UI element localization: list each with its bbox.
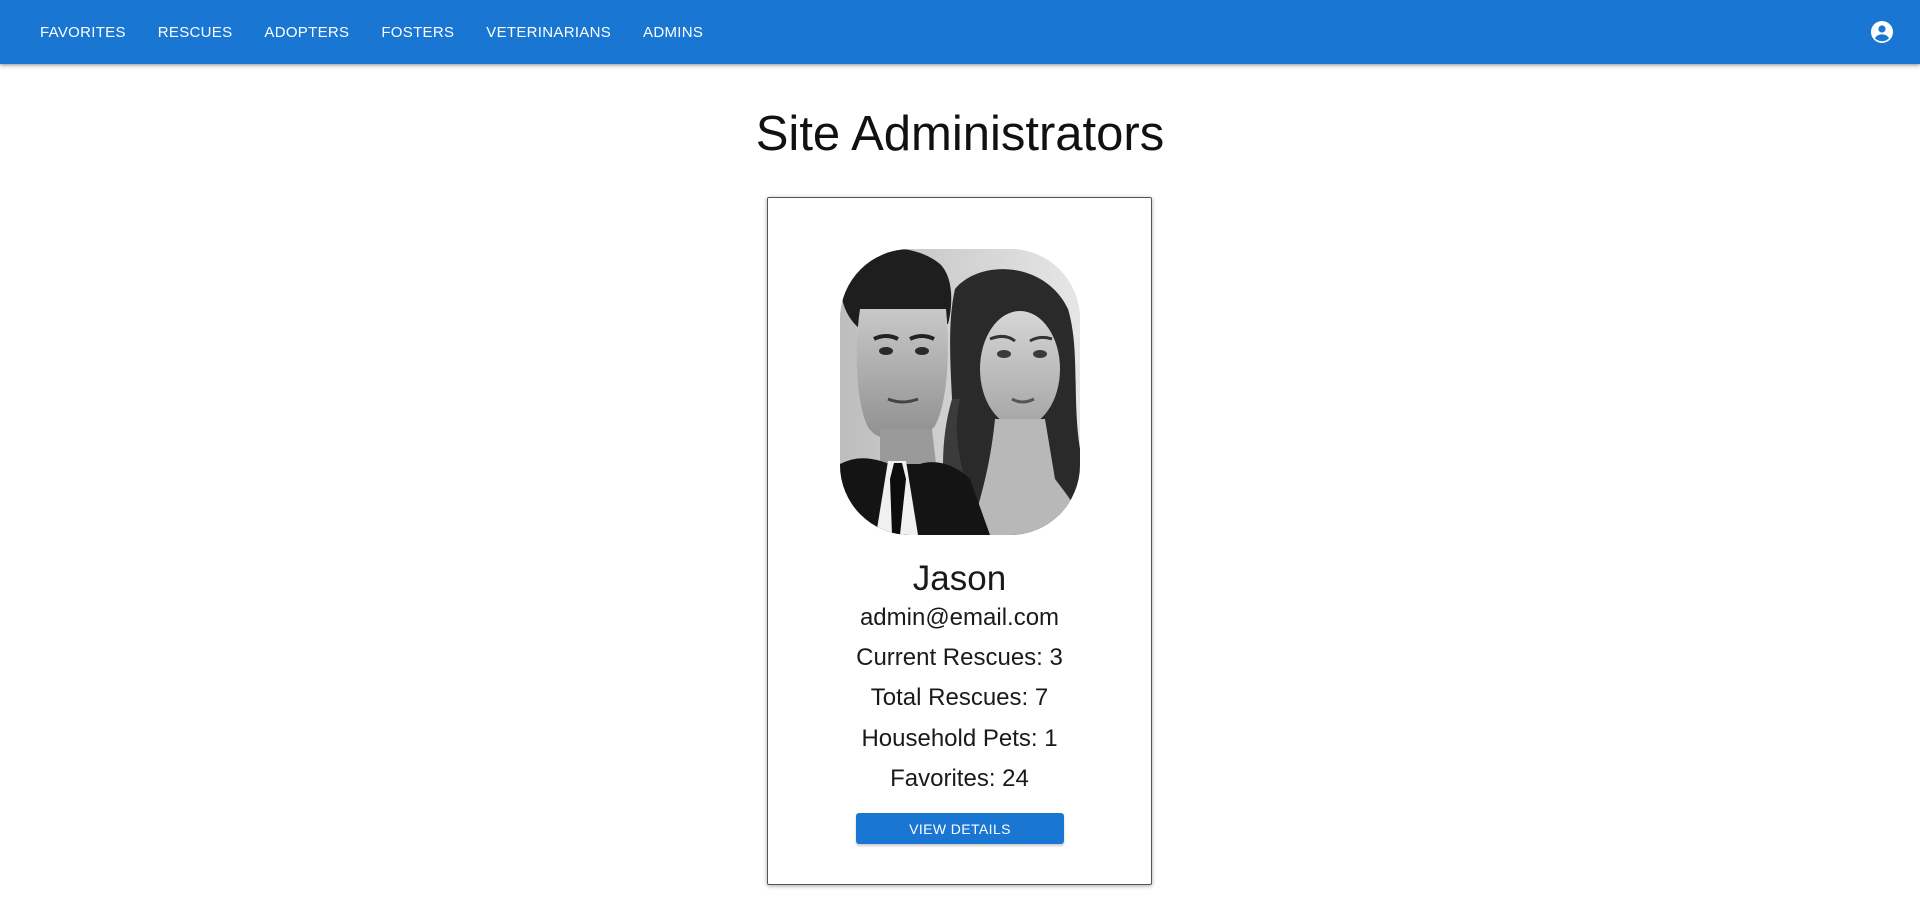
admin-card: Jason admin@email.com Current Rescues: 3… (767, 197, 1152, 885)
account-button[interactable] (1868, 18, 1896, 46)
total-rescues: Total Rescues: 7 (870, 684, 1049, 711)
admin-photo (840, 249, 1080, 535)
admin-name: Jason (912, 559, 1007, 598)
view-details-button[interactable]: VIEW DETAILS (856, 813, 1064, 844)
nav-adopters[interactable]: ADOPTERS (248, 16, 365, 49)
household-pets: Household Pets: 1 (861, 725, 1058, 752)
nav-favorites[interactable]: FAVORITES (24, 16, 142, 49)
top-app-bar: FAVORITES RESCUES ADOPTERS FOSTERS VETER… (0, 0, 1920, 64)
current-rescues: Current Rescues: 3 (856, 644, 1063, 671)
favorites-count: Favorites: 24 (890, 765, 1029, 792)
nav-fosters[interactable]: FOSTERS (365, 16, 470, 49)
nav-admins[interactable]: ADMINS (627, 16, 719, 49)
account-circle-icon (1871, 21, 1893, 43)
nav-rescues[interactable]: RESCUES (142, 16, 249, 49)
main-nav: FAVORITES RESCUES ADOPTERS FOSTERS VETER… (24, 16, 719, 49)
nav-veterinarians[interactable]: VETERINARIANS (470, 16, 627, 49)
page-title: Site Administrators (755, 107, 1165, 161)
admin-email: admin@email.com (859, 604, 1060, 631)
